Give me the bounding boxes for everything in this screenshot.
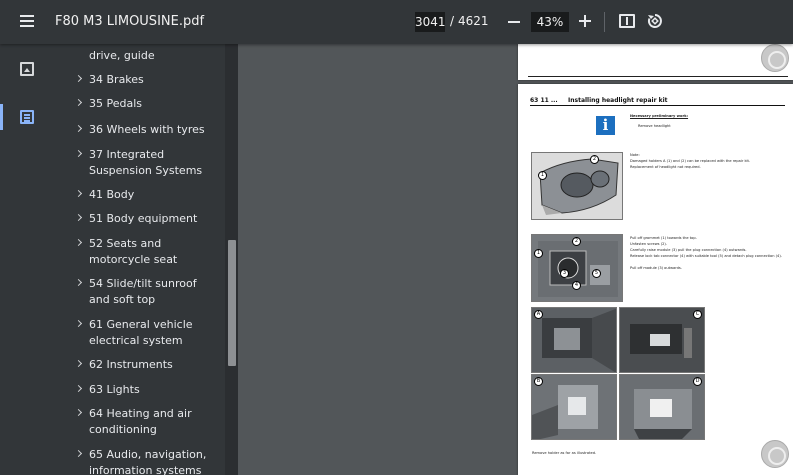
callout-label: 4 (572, 281, 581, 290)
sidebar-rail (0, 44, 55, 475)
outline-item-audio[interactable]: 65 Audio, navigation, information system… (55, 447, 225, 475)
list-icon (20, 110, 34, 124)
photo-b-illustration (532, 385, 598, 439)
zoom-out-icon[interactable] (508, 21, 520, 23)
note-heading: Note: (630, 153, 640, 157)
photo-b: B (531, 374, 617, 440)
prelim-item: Remove headlight (638, 124, 671, 128)
outline-item-sunroof[interactable]: 54 Slide/tilt sunroof and soft top (55, 276, 225, 308)
page-total: 4621 (458, 14, 489, 28)
zoom-level-input[interactable]: 43% (531, 12, 569, 32)
pdf-page-previous (518, 44, 793, 80)
callout-label: 2 (590, 155, 599, 164)
page-separator: / (450, 14, 455, 28)
chevron-right-icon[interactable] (74, 384, 83, 393)
chevron-right-icon[interactable] (74, 359, 83, 368)
photo-label: B (534, 377, 543, 386)
photo-a-illustration (542, 308, 616, 372)
outline-tab[interactable] (0, 100, 55, 134)
page-number-input[interactable]: 3041 (415, 12, 446, 32)
step-1: Pull off grommet (1) towards the top. (630, 236, 697, 240)
outline-item-wheels[interactable]: 36 Wheels with tyres (55, 122, 225, 138)
prelim-heading: Necessary preliminary work: (630, 114, 689, 118)
chevron-right-icon[interactable] (74, 319, 83, 328)
chevron-right-icon[interactable] (74, 189, 83, 198)
chevron-right-icon[interactable] (74, 98, 83, 107)
pdf-page-current: 63 11 ... Installing headlight repair ki… (518, 84, 793, 475)
step-5: Pull off module (3) outwards. (630, 266, 682, 270)
outline-item-brakes[interactable]: 34 Brakes (55, 72, 225, 88)
menu-icon[interactable] (20, 15, 34, 27)
headlight-photo: 1 2 (531, 152, 623, 220)
photo-label: A (534, 310, 543, 319)
thumbnails-tab[interactable] (0, 52, 55, 86)
outline-item-instruments[interactable]: 62 Instruments (55, 357, 225, 373)
outline-scrollbar-thumb[interactable] (228, 240, 236, 366)
outline-item[interactable]: drive, guide (55, 48, 225, 64)
note-line-2: Replacement of headlight not required. (630, 165, 701, 169)
document-title: F80 M3 LIMOUSINE.pdf (55, 14, 205, 29)
photo-label: C (693, 310, 702, 319)
outline-item-lights[interactable]: 63 Lights (55, 382, 225, 398)
photo-c: C (619, 307, 705, 373)
callout-label: 1 (534, 249, 543, 258)
fit-to-page-icon[interactable] (619, 14, 635, 28)
outline-item-seats[interactable]: 52 Seats and motorcycle seat (55, 236, 225, 268)
step-4: Release lock tab connector (4) with suit… (630, 254, 782, 258)
outline-item-heating[interactable]: 64 Heating and air conditioning (55, 406, 225, 438)
document-outline: drive, guide 34 Brakes 35 Pedals 36 Whee… (55, 44, 225, 475)
callout-label: 3 (560, 269, 569, 278)
chevron-right-icon[interactable] (74, 124, 83, 133)
chevron-right-icon[interactable] (74, 238, 83, 247)
chevron-right-icon[interactable] (74, 74, 83, 83)
chevron-right-icon[interactable] (74, 278, 83, 287)
zoom-in-icon[interactable] (579, 15, 591, 27)
image-icon (20, 62, 34, 76)
chevron-right-icon[interactable] (74, 149, 83, 158)
photo-c-illustration (630, 324, 692, 358)
outline-item-body[interactable]: 41 Body (55, 187, 225, 203)
rotate-icon[interactable] (646, 12, 664, 30)
outline-item-suspension[interactable]: 37 Integrated Suspension Systems (55, 147, 225, 179)
step-2: Unfasten screws (2). (630, 242, 667, 246)
info-icon: i (596, 116, 615, 135)
chevron-right-icon[interactable] (74, 408, 83, 417)
toolbar-divider (604, 12, 605, 32)
section-number: 63 11 ... (530, 97, 558, 104)
callout-label: 2 (572, 237, 581, 246)
step-3: Carefully raise module (3) pull the plug… (630, 248, 747, 252)
chevron-right-icon[interactable] (74, 213, 83, 222)
outline-item-electrical[interactable]: 61 General vehicle electrical system (55, 317, 225, 349)
photo-d: D (619, 374, 705, 440)
photo-a: A (531, 307, 617, 373)
outline-item-body-equipment[interactable]: 51 Body equipment (55, 211, 225, 227)
callout-label: 1 (538, 171, 547, 180)
headlight-illustration (539, 158, 619, 215)
page-stamp-icon (761, 44, 789, 72)
callout-label: 5 (592, 269, 601, 278)
module-photo: 1 2 3 4 5 (531, 234, 623, 302)
note-line-1: Damaged holders A (1) and (2) can be rep… (630, 159, 751, 163)
section-title: Installing headlight repair kit (568, 97, 668, 104)
pdf-toolbar: F80 M3 LIMOUSINE.pdf 3041 / 4621 43% (0, 0, 793, 44)
section-rule (530, 105, 785, 106)
page-rule (528, 76, 788, 77)
outline-item-pedals[interactable]: 35 Pedals (55, 96, 225, 112)
page-stamp-icon (761, 440, 789, 468)
photo-d-illustration (634, 389, 692, 439)
photo-label: D (693, 377, 702, 386)
chevron-right-icon[interactable] (74, 449, 83, 458)
footer-note: Remove holder as far as illustrated. (532, 451, 597, 455)
